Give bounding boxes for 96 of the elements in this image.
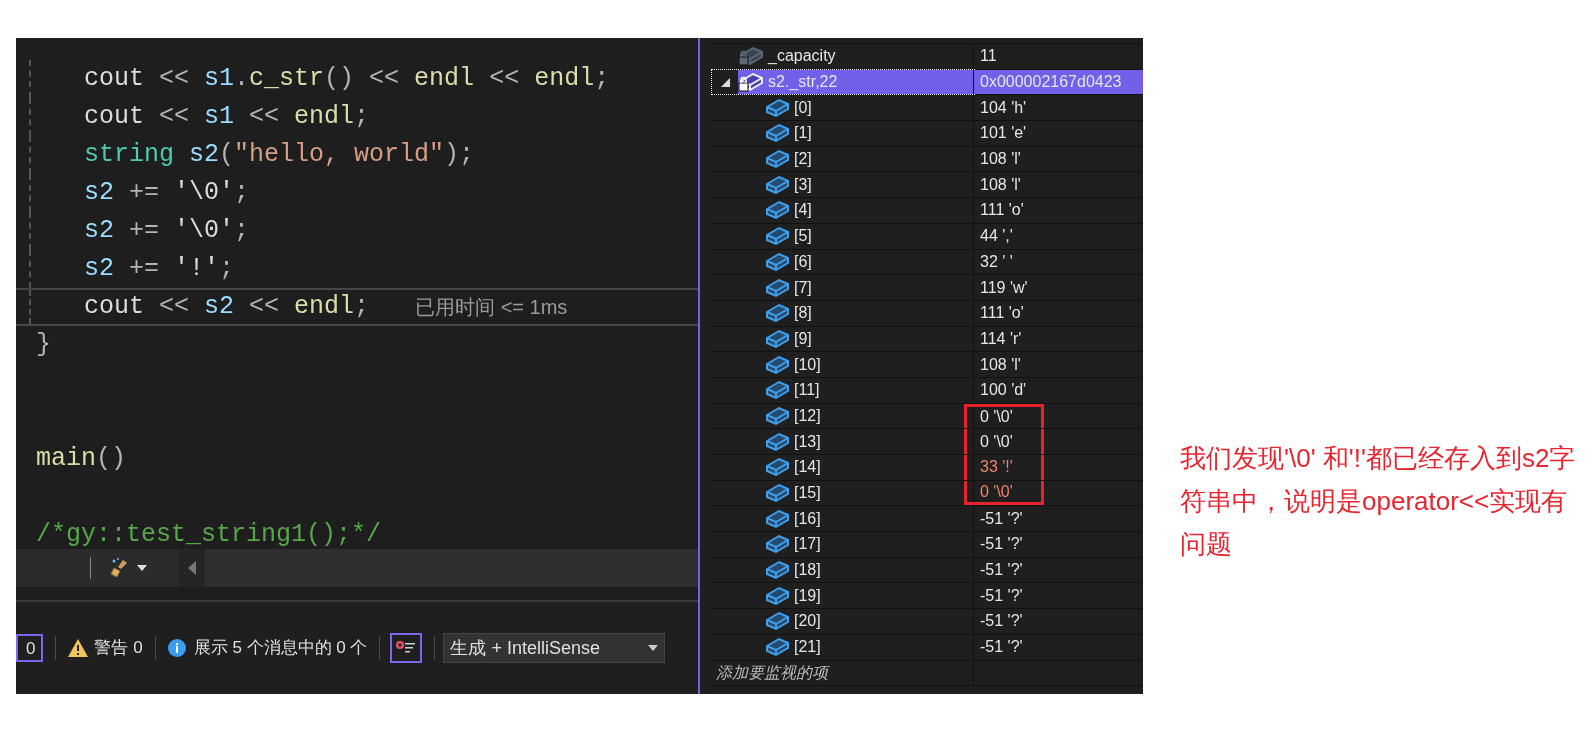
watch-value-cell-text: 111 'o' xyxy=(979,200,1025,221)
watch-value-cell-text: -51 '?' xyxy=(979,534,1024,555)
cube-icon xyxy=(764,327,790,350)
watch-value-cell-text: 44 ',' xyxy=(979,226,1014,247)
watch-value-cell-text: 119 'w' xyxy=(979,277,1029,298)
info-icon xyxy=(167,639,186,657)
code-comment: /*gy::test_string1();*/ xyxy=(36,519,382,549)
cube-icon xyxy=(764,533,790,556)
cube-icon xyxy=(764,225,790,248)
cube-icon xyxy=(764,482,790,505)
watch-name-cell[interactable]: [6] xyxy=(764,249,973,275)
locked-cube-icon xyxy=(738,71,764,94)
watch-value-cell: 0 '\0' xyxy=(964,403,1044,429)
watch-name-cell[interactable]: [4] xyxy=(764,198,973,223)
watch-value-cell-text: -51 '?' xyxy=(979,585,1024,606)
watch-name-cell[interactable]: [14] xyxy=(764,455,973,480)
watch-name-cell[interactable]: [20] xyxy=(764,609,973,634)
watch-name-cell[interactable]: s2._str,22 xyxy=(738,69,973,95)
cube-icon xyxy=(764,610,790,633)
watch-value-cell-text: -51 '?' xyxy=(979,560,1024,581)
code-line: main() xyxy=(36,443,127,476)
watch-name-cell[interactable]: [3] xyxy=(764,172,973,198)
add-watch-placeholder[interactable]: 添加要监视的项 xyxy=(716,660,828,685)
messages-count[interactable]: 展示 5 个消息中的 0 个 xyxy=(193,635,368,661)
cube-icon xyxy=(764,507,790,530)
cube-icon xyxy=(764,148,790,171)
watch-name-cell[interactable]: [5] xyxy=(764,223,973,249)
cube-icon xyxy=(764,302,790,325)
cube-icon xyxy=(764,173,790,196)
warnings-count[interactable]: 警告 0 xyxy=(94,635,143,661)
collapse-triangle-icon[interactable] xyxy=(720,77,730,87)
cube-icon xyxy=(764,122,790,145)
watch-name-cell[interactable]: [18] xyxy=(764,557,973,583)
watch-value-cell: 0 '\0' xyxy=(964,480,1044,506)
cube-icon xyxy=(764,96,790,119)
watch-value-cell-text: -51 '?' xyxy=(979,611,1024,632)
watch-value-cell-text: 32 ' ' xyxy=(979,251,1014,272)
code-line: cout << s2 << endl; xyxy=(29,290,370,324)
left-arrow-icon xyxy=(188,561,196,575)
cube-icon xyxy=(764,276,790,299)
code-line: cout << s1.c_str() << endl << endl; xyxy=(29,60,610,98)
cube-icon xyxy=(764,379,790,402)
watch-name-cell[interactable]: [8] xyxy=(764,300,973,326)
filter-icon xyxy=(395,640,418,656)
watch-value-cell-text: 104 'h' xyxy=(979,97,1028,118)
watch-name-cell[interactable]: [0] xyxy=(764,95,973,121)
code-line: string s2("hello, world"); xyxy=(29,136,475,174)
filter-button[interactable] xyxy=(390,633,423,663)
caret-icon[interactable] xyxy=(137,565,147,571)
watch-value-cell-text: -51 '?' xyxy=(979,508,1024,529)
locked-cube-icon xyxy=(738,45,764,68)
inline-hint: 已用时间 <= 1ms xyxy=(415,295,568,320)
cube-icon xyxy=(764,430,790,453)
cube-icon xyxy=(764,404,790,427)
code-line: cout << s1 << endl; xyxy=(29,98,370,136)
watch-value-cell-text: 100 'd' xyxy=(979,380,1028,401)
code-line: s2 += '\0'; xyxy=(29,212,250,250)
watch-value-cell: 0x000002167d0423 xyxy=(974,69,1143,95)
watch-value-cell-text: 114 'r' xyxy=(979,328,1023,349)
watch-value-cell: 33 '!' xyxy=(964,455,1044,480)
warning-icon xyxy=(68,639,89,657)
errors-toggle[interactable]: 0 xyxy=(16,634,44,662)
watch-value-cell-text: 108 'l' xyxy=(979,354,1022,375)
cube-icon xyxy=(764,199,790,222)
watch-value-cell: 0 '\0' xyxy=(964,429,1044,454)
watch-name-cell[interactable]: [11] xyxy=(764,377,973,403)
watch-name-cell[interactable]: [2] xyxy=(764,146,973,172)
cube-icon xyxy=(764,456,790,479)
watch-name-cell[interactable]: [16] xyxy=(764,506,973,532)
watch-name-cell[interactable]: [9] xyxy=(764,326,973,352)
code-line: } xyxy=(36,329,51,362)
watch-value-cell-text: 111 'o' xyxy=(979,303,1025,324)
watch-value-cell-text: 11 xyxy=(979,46,998,67)
cube-icon xyxy=(764,559,790,582)
watch-value-cell-text: 108 'l' xyxy=(979,149,1022,170)
watch-name-cell[interactable]: [1] xyxy=(764,121,973,146)
scroll-left-button[interactable] xyxy=(179,549,205,587)
watch-name-cell[interactable]: [21] xyxy=(764,634,973,660)
cube-icon xyxy=(764,636,790,659)
cube-icon xyxy=(764,584,790,607)
watch-value-cell-text: -51 '?' xyxy=(979,637,1024,658)
watch-name-cell[interactable]: _capacity xyxy=(738,44,973,69)
watch-name-cell[interactable]: [10] xyxy=(764,352,973,377)
watch-name-cell[interactable]: [13] xyxy=(764,429,973,454)
code-line: s2 += '\0'; xyxy=(29,174,250,212)
watch-name-cell[interactable]: [19] xyxy=(764,583,973,609)
code-line: s2 += '!'; xyxy=(29,250,235,288)
caret-icon xyxy=(648,645,659,651)
annotation-text: 我们发现'\0' 和'!'都已经存入到s2字符串中，说明是operator<<实现有问题 xyxy=(1180,442,1577,561)
watch-name-cell[interactable]: [7] xyxy=(764,275,973,300)
watch-value-cell-text: 101 'e' xyxy=(979,123,1028,144)
watch-name-cell[interactable]: [17] xyxy=(764,532,973,557)
source-dropdown[interactable]: 生成 + IntelliSense xyxy=(443,633,666,663)
cube-icon xyxy=(764,250,790,273)
cube-icon xyxy=(764,353,790,376)
watch-value-cell-text: 108 'l' xyxy=(979,174,1022,195)
